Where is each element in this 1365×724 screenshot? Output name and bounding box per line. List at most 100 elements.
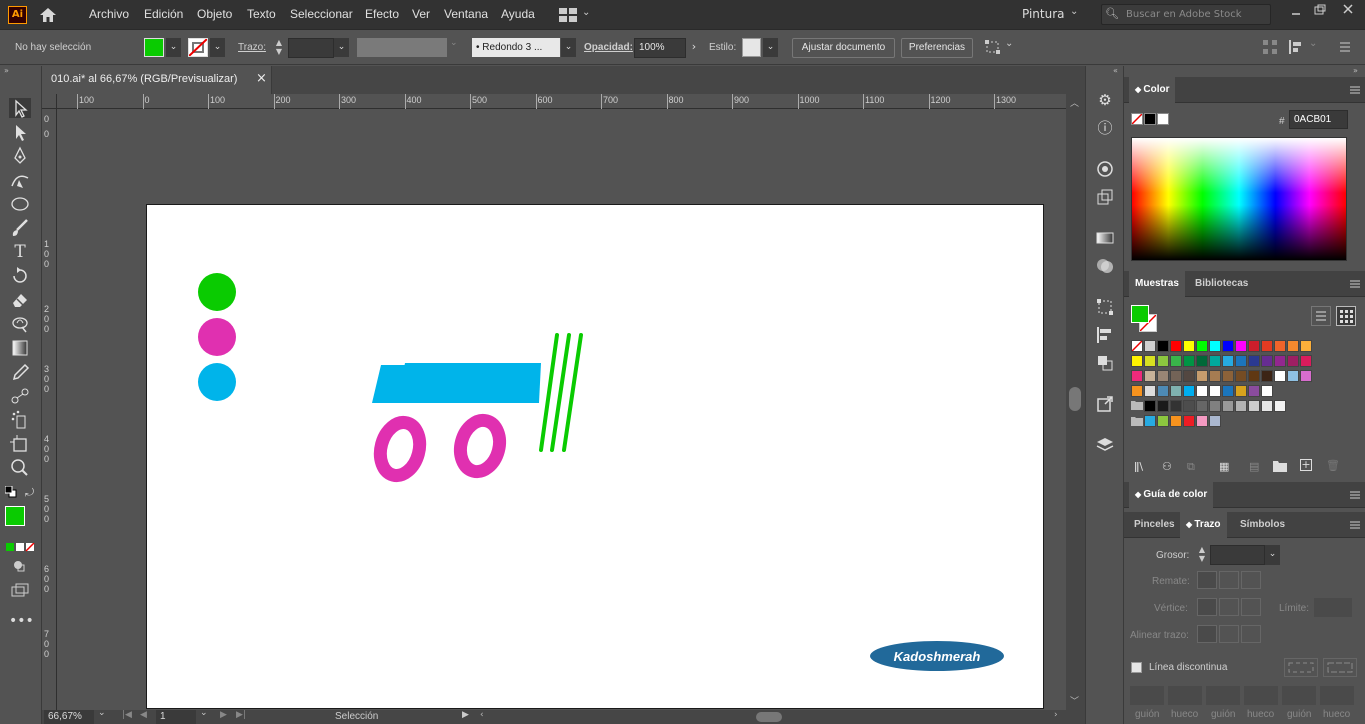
black-color-swatch[interactable]	[1144, 113, 1156, 125]
more-tools-icon[interactable]: •••	[9, 611, 34, 631]
butt-cap-button[interactable]	[1197, 571, 1217, 589]
weight-stepper[interactable]: ▲ ▼	[1196, 545, 1208, 565]
swatch-import-icon[interactable]: ⧉	[1187, 460, 1195, 474]
chevron-up-icon[interactable]: ︿	[1070, 96, 1079, 109]
stroke-swatch[interactable]	[188, 38, 208, 57]
panel-menu-icon[interactable]	[1349, 488, 1361, 502]
swatch-libraries-menu-icon[interactable]: ǁ\	[1134, 460, 1143, 473]
distribute-icon[interactable]	[1288, 39, 1306, 55]
swatch-kinds-icon[interactable]: ⚇	[1162, 460, 1172, 473]
draw-mode-icon[interactable]	[9, 556, 31, 576]
menu-edicion[interactable]: Edición	[144, 7, 183, 21]
tab-swatches[interactable]: Muestras	[1129, 271, 1185, 297]
align-icon[interactable]	[1262, 39, 1278, 55]
color-swatch[interactable]	[1235, 385, 1247, 397]
color-swatch[interactable]	[1261, 400, 1273, 412]
color-swatch[interactable]	[1144, 400, 1156, 412]
color-swatch[interactable]	[1209, 385, 1221, 397]
color-swatch[interactable]	[1170, 415, 1182, 427]
color-swatch[interactable]	[1274, 400, 1286, 412]
color-swatch[interactable]	[1261, 340, 1273, 352]
menu-ver[interactable]: Ver	[412, 7, 430, 21]
hex-input[interactable]: 0ACB01	[1289, 110, 1348, 129]
color-swatch[interactable]	[1157, 400, 1169, 412]
color-swatch[interactable]	[1209, 370, 1221, 382]
align-panel-icon[interactable]	[1095, 325, 1115, 345]
color-swatch[interactable]	[1261, 355, 1273, 367]
color-swatch[interactable]	[1300, 340, 1312, 352]
chevron-down-icon[interactable]: ⌄	[200, 708, 208, 718]
panel-menu-icon[interactable]	[1349, 83, 1361, 97]
weight-field[interactable]	[1210, 545, 1265, 565]
chevron-down-icon[interactable]: ⌄	[166, 38, 181, 57]
ellipse-tool-icon[interactable]	[9, 194, 31, 214]
round-join-button[interactable]	[1219, 598, 1239, 616]
tab-color-guide[interactable]: ◆ Guía de color	[1129, 482, 1214, 508]
preserve-dash-button[interactable]	[1284, 658, 1318, 677]
info-icon[interactable]: ⓘ	[1095, 118, 1115, 138]
chevron-down-icon[interactable]: ⌄	[1005, 38, 1013, 49]
color-swatch[interactable]	[1248, 385, 1260, 397]
color-swatch[interactable]	[1222, 355, 1234, 367]
color-swatch[interactable]	[1183, 385, 1195, 397]
color-swatch[interactable]	[1248, 340, 1260, 352]
stock-search[interactable]: 🔍︎ Buscar en Adobe Stock	[1101, 4, 1271, 25]
align-outside-button[interactable]	[1241, 625, 1261, 643]
fit-document-button[interactable]: Ajustar documento	[792, 38, 895, 58]
transform-panel-icon[interactable]	[1095, 297, 1115, 317]
color-swatch[interactable]	[1144, 415, 1156, 427]
pathfinder-icon[interactable]	[1095, 353, 1115, 373]
asset-export-icon[interactable]	[1095, 394, 1115, 414]
color-swatch[interactable]	[1300, 355, 1312, 367]
color-swatch[interactable]	[1235, 340, 1247, 352]
menu-efecto[interactable]: Efecto	[365, 7, 399, 21]
fill-swatch[interactable]	[144, 38, 164, 57]
prev-artboard-icon[interactable]: ◀	[140, 710, 147, 720]
color-swatch[interactable]	[1170, 355, 1182, 367]
swap-colors-icon[interactable]: ⤾	[25, 486, 34, 500]
color-swatch[interactable]	[1235, 400, 1247, 412]
chevron-right-icon[interactable]: ›	[687, 38, 701, 57]
opacity-label[interactable]: Opacidad:	[584, 42, 633, 53]
status-menu-arrow[interactable]: ▶	[462, 710, 469, 720]
color-swatch[interactable]	[1209, 355, 1221, 367]
home-icon[interactable]	[38, 5, 58, 25]
stroke-weight-field[interactable]	[288, 38, 334, 58]
color-swatch[interactable]	[1144, 340, 1156, 352]
color-swatch[interactable]	[1196, 340, 1208, 352]
color-swatch[interactable]	[1274, 370, 1286, 382]
panel-menu-icon[interactable]	[1338, 39, 1352, 55]
color-swatch[interactable]	[1222, 370, 1234, 382]
color-swatch[interactable]	[1287, 340, 1299, 352]
scroll-thumb[interactable]	[1069, 387, 1081, 411]
dash-field[interactable]	[1130, 686, 1164, 705]
document-tab[interactable]: 010.ai* al 66,67% (RGB/Previsualizar) ×	[42, 66, 272, 94]
gap-field[interactable]	[1168, 686, 1202, 705]
swatch-fill-indicator[interactable]	[1131, 305, 1149, 323]
color-swatch[interactable]	[1157, 355, 1169, 367]
color-swatch[interactable]	[1196, 370, 1208, 382]
align-inside-button[interactable]	[1219, 625, 1239, 643]
next-artboard-icon[interactable]: ▶	[220, 710, 227, 720]
gap-field[interactable]	[1320, 686, 1354, 705]
blend-tool-icon[interactable]	[9, 386, 31, 406]
color-swatch[interactable]	[1196, 385, 1208, 397]
menu-objeto[interactable]: Objeto	[197, 7, 232, 21]
color-swatch[interactable]	[1209, 415, 1221, 427]
stroke-weight-stepper[interactable]: ▲ ▼	[272, 38, 286, 57]
chevron-down-icon[interactable]: ⌄	[450, 38, 458, 48]
selection-tool-icon[interactable]	[9, 98, 31, 118]
color-swatch[interactable]	[1170, 385, 1182, 397]
color-swatch[interactable]	[1222, 385, 1234, 397]
paintbrush-tool-icon[interactable]	[9, 218, 31, 238]
miter-join-button[interactable]	[1197, 598, 1217, 616]
export-icon[interactable]	[1095, 187, 1115, 207]
color-swatch[interactable]	[1248, 355, 1260, 367]
color-swatch[interactable]	[1170, 340, 1182, 352]
symbol-sprayer-tool-icon[interactable]	[9, 410, 31, 430]
menu-archivo[interactable]: Archivo	[89, 7, 129, 21]
restore-icon[interactable]	[1313, 3, 1327, 17]
stroke-label[interactable]: Trazo:	[238, 42, 266, 53]
minimize-icon[interactable]	[1289, 4, 1303, 18]
color-swatch[interactable]	[1261, 370, 1273, 382]
